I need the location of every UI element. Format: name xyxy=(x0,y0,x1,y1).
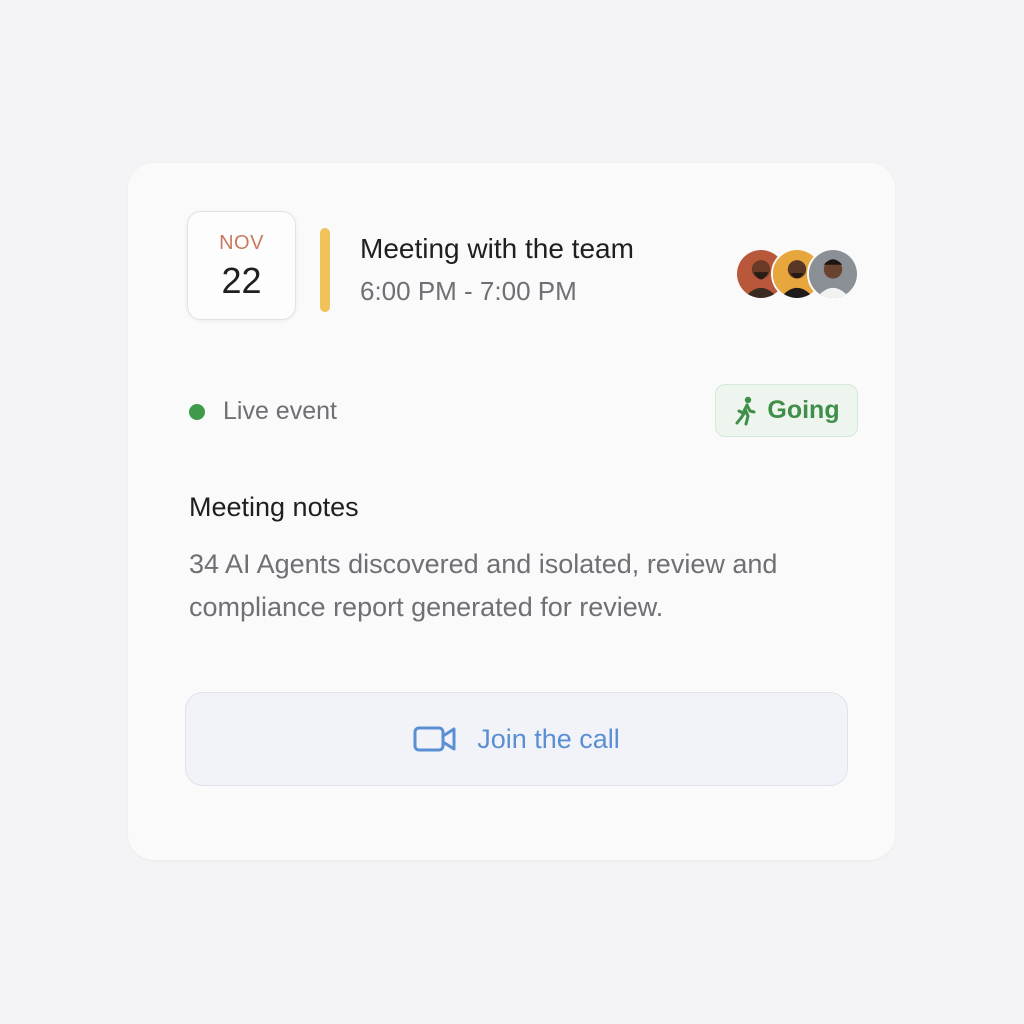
date-month: NOV xyxy=(219,232,264,254)
date-tile: NOV 22 xyxy=(187,211,296,320)
date-day: 22 xyxy=(221,260,262,301)
avatar[interactable] xyxy=(807,248,859,300)
live-label: Live event xyxy=(223,397,337,425)
walking-person-icon xyxy=(735,396,756,425)
rsvp-going-button[interactable]: Going xyxy=(715,384,858,437)
rsvp-label: Going xyxy=(767,396,840,424)
event-card: NOV 22 Meeting with the team 6:00 PM - 7… xyxy=(128,163,895,860)
join-call-label: Join the call xyxy=(477,723,620,754)
video-camera-icon xyxy=(413,726,456,752)
attendee-avatars[interactable] xyxy=(735,248,859,300)
avatar-3-icon xyxy=(809,250,857,298)
event-time: 6:00 PM - 7:00 PM xyxy=(360,276,577,306)
live-indicator-dot xyxy=(189,403,205,420)
notes-body: 34 AI Agents discovered and isolated, re… xyxy=(189,549,778,622)
live-status: Live event xyxy=(189,397,337,426)
join-call-button[interactable]: Join the call xyxy=(185,692,848,786)
notes-title: Meeting notes xyxy=(189,492,359,522)
event-title: Meeting with the team xyxy=(360,233,634,264)
event-accent-bar xyxy=(320,228,330,312)
